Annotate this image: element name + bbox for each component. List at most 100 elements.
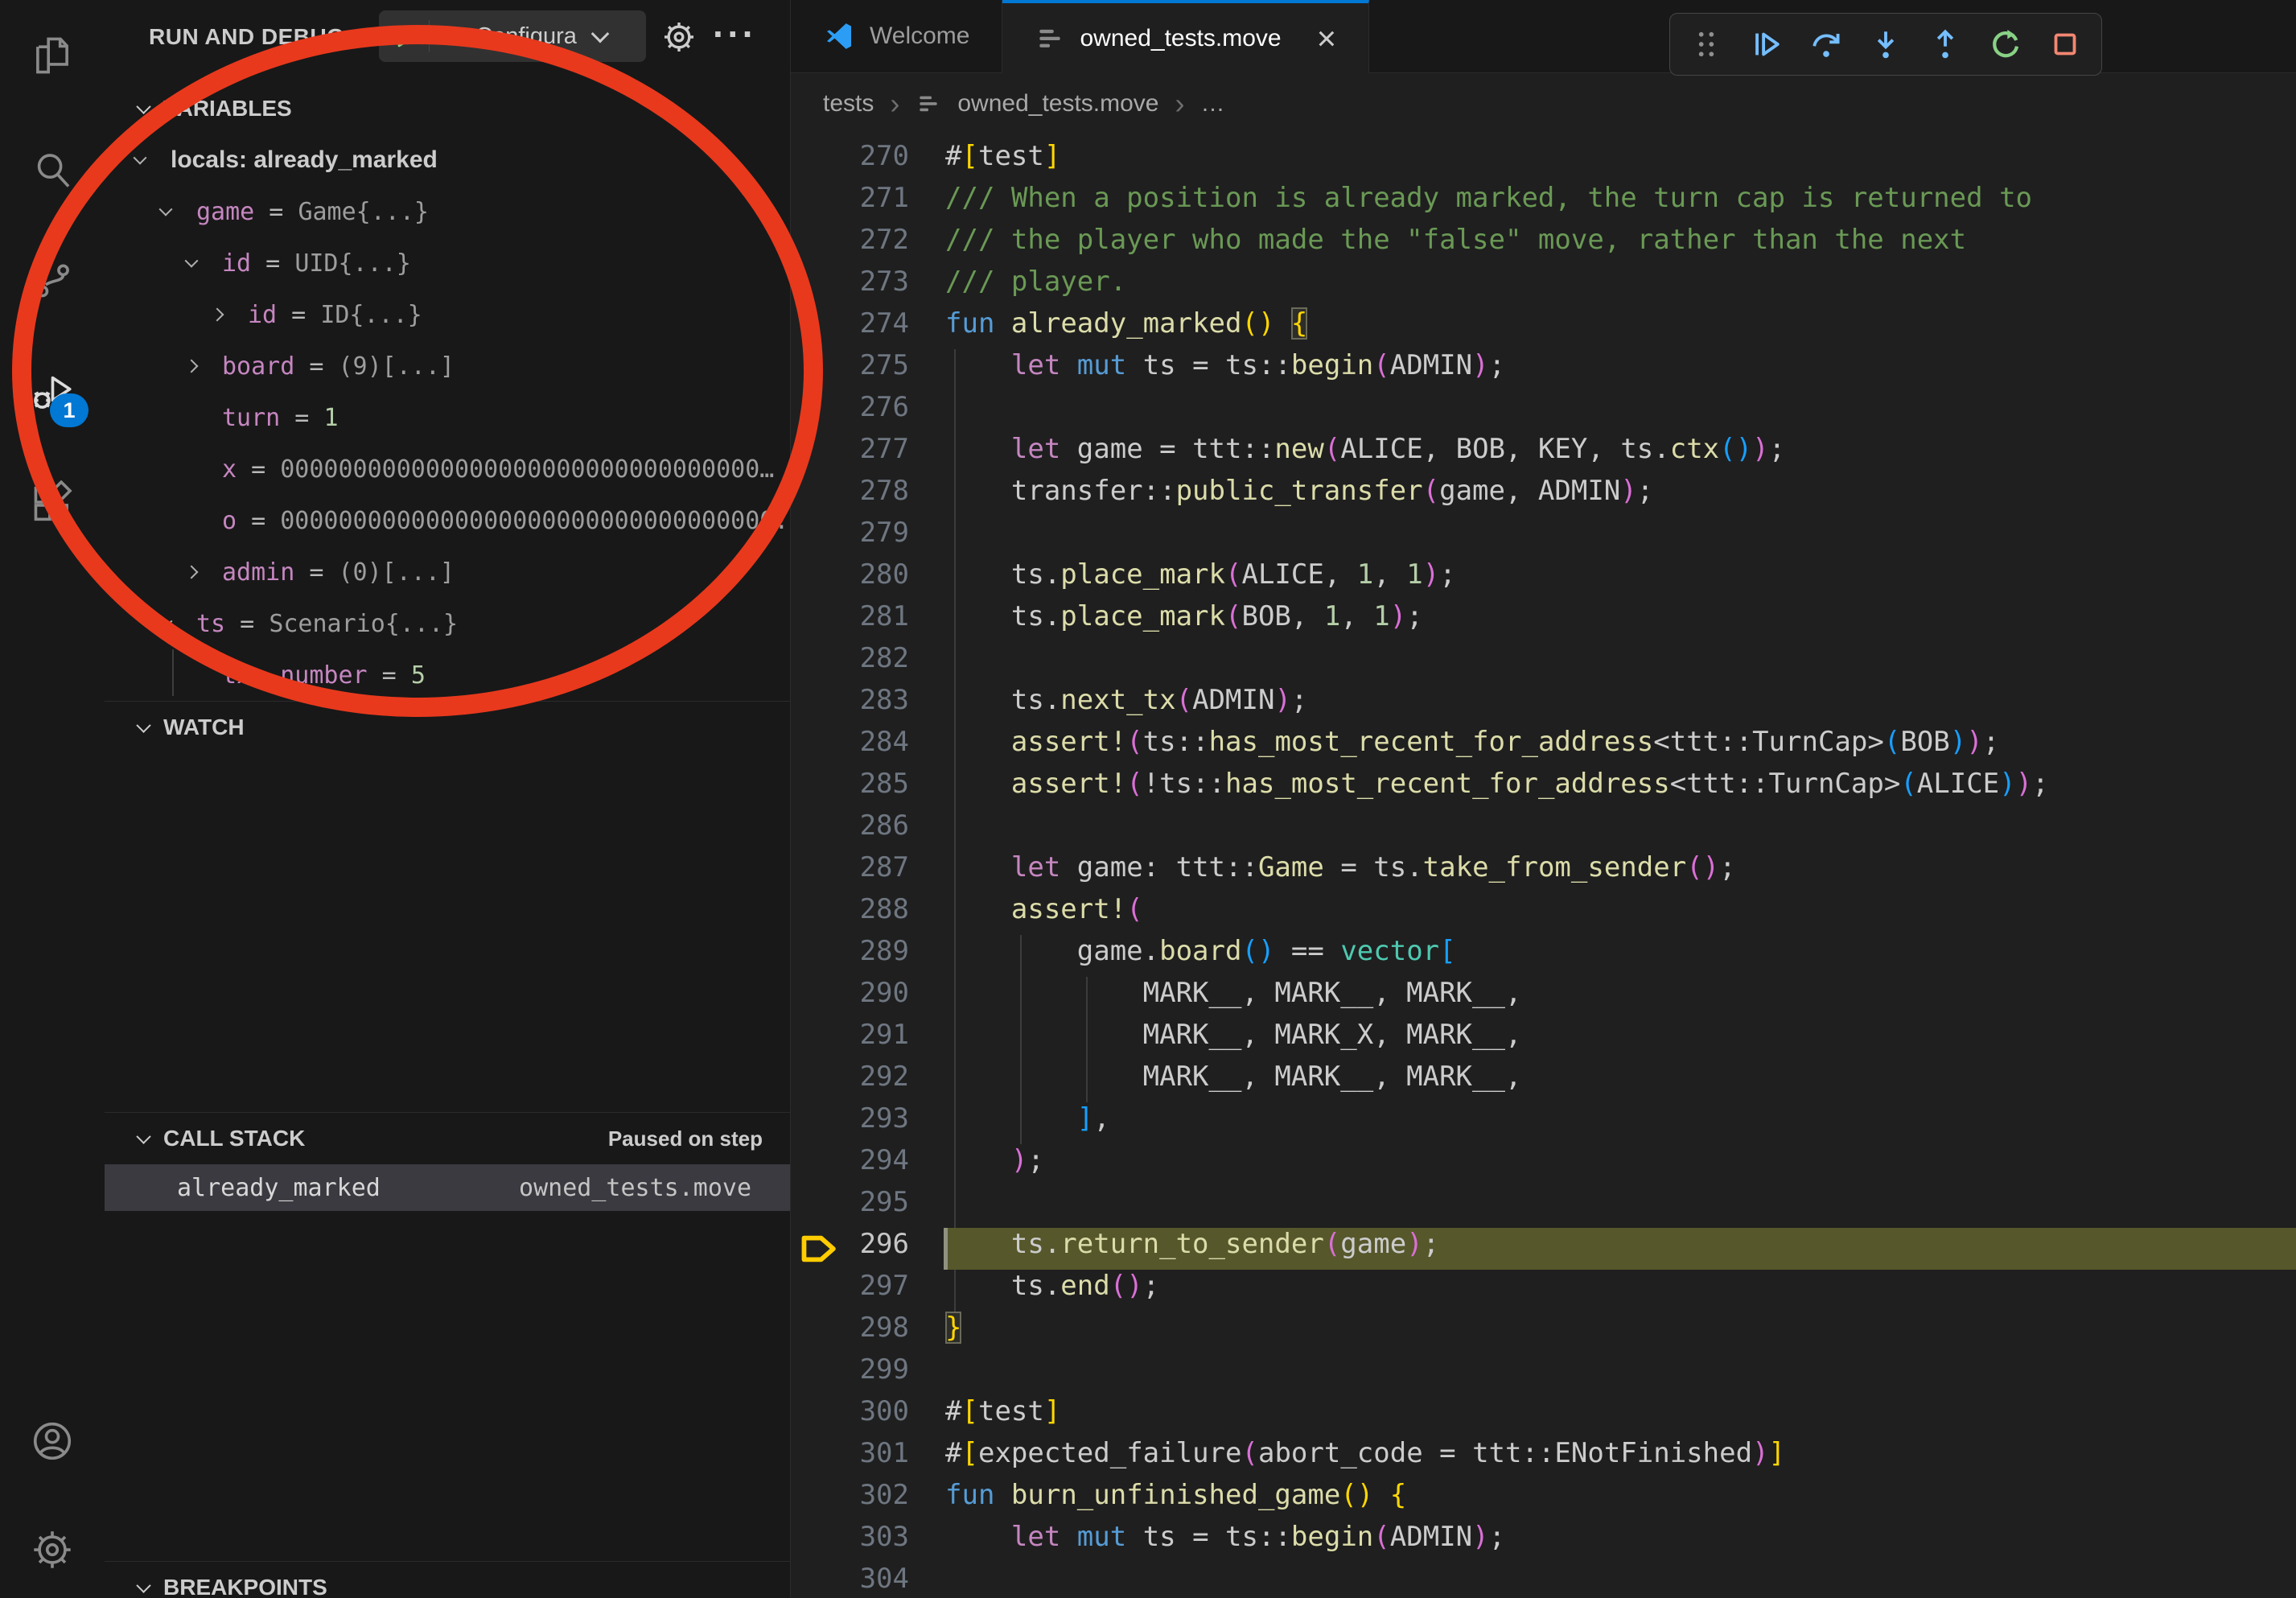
chevron-down-icon[interactable]: [159, 203, 173, 216]
chevron-down-icon[interactable]: [185, 254, 199, 268]
line-number[interactable]: 284: [791, 726, 945, 768]
variable-row[interactable]: game = Game{...}: [105, 186, 790, 237]
variable-row[interactable]: o = 0000000000000000000000000000000000.: [105, 495, 790, 546]
line-number[interactable]: 286: [791, 809, 945, 851]
code-line-287[interactable]: 287 let game: ttt::Game = ts.take_from_s…: [791, 851, 2296, 893]
variable-row[interactable]: txn_number = 5: [105, 649, 790, 701]
line-number[interactable]: 299: [791, 1353, 945, 1395]
drag-handle-icon[interactable]: [1684, 22, 1729, 67]
chevron-right-icon[interactable]: [211, 308, 224, 322]
line-number[interactable]: 303: [791, 1521, 945, 1563]
code-line-299[interactable]: 299: [791, 1353, 2296, 1395]
scope-row[interactable]: locals: already_marked: [105, 134, 790, 186]
line-number[interactable]: 279: [791, 517, 945, 558]
code-line-284[interactable]: 284 assert!(ts::has_most_recent_for_addr…: [791, 726, 2296, 768]
code-line-293[interactable]: 293 ],: [791, 1102, 2296, 1144]
line-number[interactable]: 272: [791, 224, 945, 266]
line-number[interactable]: 282: [791, 642, 945, 684]
code-line-273[interactable]: 273/// player.: [791, 266, 2296, 307]
code-line-283[interactable]: 283 ts.next_tx(ADMIN);: [791, 684, 2296, 726]
line-number[interactable]: 298: [791, 1312, 945, 1353]
chevron-down-icon[interactable]: [159, 615, 173, 628]
breadcrumb-symbol[interactable]: …: [1201, 90, 1225, 117]
variable-row[interactable]: id = UID{...}: [105, 237, 790, 289]
line-number[interactable]: 274: [791, 307, 945, 349]
code-line-275[interactable]: 275 let mut ts = ts::begin(ADMIN);: [791, 349, 2296, 391]
code-line-274[interactable]: 274fun already_marked() {: [791, 307, 2296, 349]
variable-row[interactable]: turn = 1: [105, 392, 790, 443]
variable-row[interactable]: board = (9)[...]: [105, 340, 790, 392]
line-number[interactable]: 292: [791, 1061, 945, 1102]
code-line-281[interactable]: 281 ts.place_mark(BOB, 1, 1);: [791, 600, 2296, 642]
code-line-300[interactable]: 300#[test]: [791, 1395, 2296, 1437]
code-editor[interactable]: 270#[test]271/// When a position is alre…: [791, 134, 2296, 1598]
line-number[interactable]: 295: [791, 1186, 945, 1228]
code-line-286[interactable]: 286: [791, 809, 2296, 851]
settings-gear-icon[interactable]: [0, 1505, 105, 1594]
debug-current-line-icon[interactable]: [800, 1233, 837, 1272]
code-line-270[interactable]: 270#[test]: [791, 140, 2296, 182]
line-number[interactable]: 275: [791, 349, 945, 391]
code-line-290[interactable]: 290 MARK__, MARK__, MARK__,: [791, 977, 2296, 1019]
code-line-302[interactable]: 302fun burn_unfinished_game() {: [791, 1479, 2296, 1521]
more-actions-icon[interactable]: ···: [713, 0, 757, 73]
line-number[interactable]: 300: [791, 1395, 945, 1437]
code-line-277[interactable]: 277 let game = ttt::new(ALICE, BOB, KEY,…: [791, 433, 2296, 475]
run-and-debug-icon[interactable]: 1: [0, 347, 105, 435]
line-number[interactable]: 273: [791, 266, 945, 307]
call-stack-frame-row[interactable]: already_marked owned_tests.move: [105, 1164, 790, 1211]
variable-row[interactable]: x = 000000000000000000000000000000000…: [105, 443, 790, 495]
code-line-296[interactable]: 296 ts.return_to_sender(game);: [791, 1228, 2296, 1270]
variable-row[interactable]: ts = Scenario{...}: [105, 598, 790, 649]
debug-gear-icon[interactable]: [660, 18, 698, 56]
line-number[interactable]: 271: [791, 182, 945, 224]
step-over-icon[interactable]: [1804, 22, 1849, 67]
stop-icon[interactable]: [2043, 22, 2088, 67]
step-into-icon[interactable]: [1863, 22, 1908, 67]
search-icon[interactable]: [0, 126, 105, 214]
variable-row[interactable]: admin = (0)[...]: [105, 546, 790, 598]
code-line-276[interactable]: 276: [791, 391, 2296, 433]
debug-config-dropdown[interactable]: No Configura: [379, 10, 646, 62]
code-line-292[interactable]: 292 MARK__, MARK__, MARK__,: [791, 1061, 2296, 1102]
line-number[interactable]: 290: [791, 977, 945, 1019]
line-number[interactable]: 297: [791, 1270, 945, 1312]
watch-section-header[interactable]: WATCH: [105, 702, 790, 753]
line-number[interactable]: 287: [791, 851, 945, 893]
code-line-289[interactable]: 289 game.board() == vector[: [791, 935, 2296, 977]
code-line-298[interactable]: 298}: [791, 1312, 2296, 1353]
line-number[interactable]: 280: [791, 558, 945, 600]
line-number[interactable]: 278: [791, 475, 945, 517]
chevron-down-icon[interactable]: [134, 151, 147, 165]
restart-icon[interactable]: [1983, 22, 2028, 67]
line-number[interactable]: 285: [791, 768, 945, 809]
code-line-271[interactable]: 271/// When a position is already marked…: [791, 182, 2296, 224]
code-line-279[interactable]: 279: [791, 517, 2296, 558]
line-number[interactable]: 270: [791, 140, 945, 182]
continue-icon[interactable]: [1743, 22, 1788, 67]
breadcrumb-file[interactable]: owned_tests.move: [957, 90, 1158, 117]
line-number[interactable]: 301: [791, 1437, 945, 1479]
code-line-301[interactable]: 301#[expected_failure(abort_code = ttt::…: [791, 1437, 2296, 1479]
extensions-icon[interactable]: [0, 459, 105, 548]
line-number[interactable]: 302: [791, 1479, 945, 1521]
code-line-280[interactable]: 280 ts.place_mark(ALICE, 1, 1);: [791, 558, 2296, 600]
variables-section-header[interactable]: VARIABLES: [105, 83, 790, 134]
line-number[interactable]: 294: [791, 1144, 945, 1186]
line-number[interactable]: 289: [791, 935, 945, 977]
close-tab-icon[interactable]: ×: [1317, 22, 1337, 56]
breakpoints-section-header[interactable]: BREAKPOINTS: [105, 1562, 790, 1598]
code-line-282[interactable]: 282: [791, 642, 2296, 684]
explorer-icon[interactable]: [0, 11, 105, 100]
code-line-288[interactable]: 288 assert!(: [791, 893, 2296, 935]
code-line-272[interactable]: 272/// the player who made the "false" m…: [791, 224, 2296, 266]
line-number[interactable]: 276: [791, 391, 945, 433]
chevron-right-icon[interactable]: [185, 360, 199, 373]
account-icon[interactable]: [0, 1397, 105, 1485]
breadcrumb-folder[interactable]: tests: [823, 90, 874, 117]
tab-owned-tests-move[interactable]: owned_tests.move ×: [1002, 0, 1369, 73]
code-line-294[interactable]: 294 );: [791, 1144, 2296, 1186]
line-number[interactable]: 288: [791, 893, 945, 935]
code-line-303[interactable]: 303 let mut ts = ts::begin(ADMIN);: [791, 1521, 2296, 1563]
line-number[interactable]: 304: [791, 1563, 945, 1598]
